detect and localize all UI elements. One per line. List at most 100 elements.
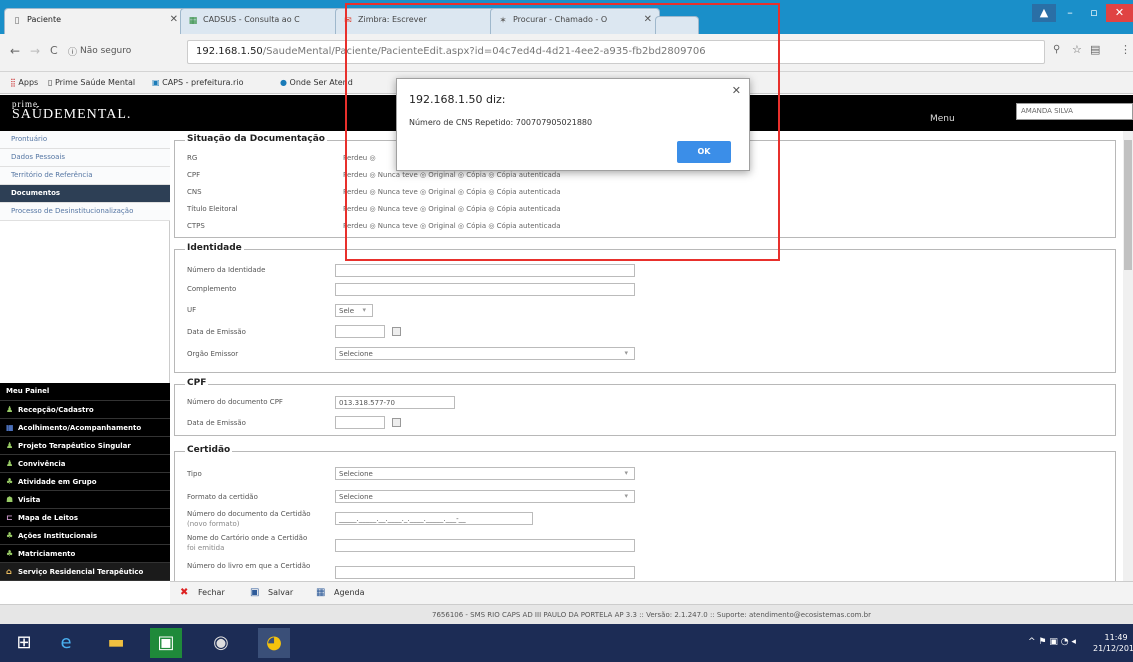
app-icon[interactable]: ◉ — [205, 628, 237, 658]
windows-start-icon[interactable]: ⊞ — [8, 628, 40, 658]
field-label: CTPS — [187, 222, 205, 230]
sidebar-item-documentos[interactable]: Documentos — [0, 185, 170, 203]
field-label: Número do documento CPF — [187, 398, 283, 406]
app-logo[interactable]: prime SAÚDEMENTAL. — [12, 100, 131, 123]
certidao-fieldset: Certidão Tipo Selecione ▾ Formato da cert… — [174, 445, 1116, 581]
calendar-icon[interactable] — [392, 418, 401, 427]
apps-icon: ⣿ — [10, 78, 16, 87]
clock-date: 21/12/2017 — [1093, 644, 1133, 653]
store-icon[interactable]: ▣ — [150, 628, 182, 658]
bookmark-apps[interactable]: ⣿ Apps — [10, 78, 38, 87]
sidebar-item-matriciamento[interactable]: ♣ Matriciamento — [0, 545, 170, 563]
floppy-icon: ▣ — [250, 587, 260, 598]
field-label: Nome do Cartório onde a Certidão — [187, 534, 308, 542]
sidebar-item-mapa-leitos[interactable]: ⊏ Mapa de Leitos — [0, 509, 170, 527]
zoom-icon[interactable]: ⚲ — [1053, 44, 1060, 55]
chrome-menu-icon[interactable]: ⋮ — [1120, 43, 1131, 56]
forward-icon[interactable]: → — [30, 44, 40, 58]
agenda-button[interactable]: ▦ Agenda — [316, 587, 365, 598]
menu-button[interactable]: Menu — [930, 114, 955, 124]
house-icon: ⌂ — [6, 567, 12, 576]
cpf-data-emissao-input[interactable] — [335, 416, 385, 429]
uf-select[interactable]: Sele ▾ — [335, 304, 373, 317]
bookmark-caps[interactable]: ▣ CAPS - prefeitura.rio — [152, 78, 243, 87]
sidebar-item-dados-pessoais[interactable]: Dados Pessoais — [0, 149, 170, 167]
field-label: Formato da certidão — [187, 493, 258, 501]
orgao-emissor-select[interactable]: Selecione ▾ — [335, 347, 635, 360]
close-tab-icon[interactable]: ✕ — [170, 14, 178, 25]
scrollbar-thumb[interactable] — [1124, 140, 1132, 270]
bookmark-label: Prime Saúde Mental — [54, 78, 136, 87]
formato-select[interactable]: Selecione ▾ — [335, 490, 635, 503]
info-icon[interactable]: ⓘ — [68, 45, 77, 58]
table-icon: ▦ — [6, 423, 14, 432]
item-label: Convivência — [18, 460, 66, 468]
logo-main: SAÚDEMENTAL. — [12, 107, 132, 122]
sidebar-item-desinstitucionalizacao[interactable]: Processo de Desinstitucionalização — [0, 203, 170, 221]
cpf-fieldset: CPF Número do documento CPF 013.318.577-… — [174, 378, 1116, 436]
select-value: Selecione — [339, 470, 373, 478]
numero-identidade-input[interactable] — [335, 264, 635, 277]
people-icon: ♟ — [6, 441, 14, 450]
bookmark-label: CAPS - prefeitura.rio — [162, 78, 244, 87]
bookmark-onde[interactable]: ● Onde Ser Atend — [280, 78, 353, 87]
field-label: CNS — [187, 188, 202, 196]
bookmark-label: Onde Ser Atend — [289, 78, 353, 87]
field-label: Número da Identidade — [187, 266, 266, 274]
tipo-select[interactable]: Selecione ▾ — [335, 467, 635, 480]
tab-paciente[interactable]: ▯ Paciente ✕ — [4, 8, 186, 34]
annotation-highlight — [345, 3, 780, 261]
taskbar-clock[interactable]: 11:49 21/12/2017 — [1093, 632, 1133, 654]
sidebar-item-prontuario[interactable]: Prontuário — [0, 131, 170, 149]
cpf-number-input[interactable]: 013.318.577-70 — [335, 396, 455, 409]
url-host: 192.168.1.50 — [196, 46, 263, 57]
app-footer: 7656106 - SMS RIO CAPS AD III PAULO DA P… — [0, 604, 1133, 624]
item-label: Visita — [18, 496, 41, 504]
sidebar-item-recepcao[interactable]: ♟ Recepção/Cadastro — [0, 401, 170, 419]
certidao-number-input[interactable]: _____._____.__.____._.____._____.___-__ — [335, 512, 533, 525]
field-label: Complemento — [187, 285, 237, 293]
chevron-down-icon: ▾ — [624, 469, 628, 477]
chevron-down-icon[interactable]: ▼ — [1126, 108, 1131, 116]
folder-icon[interactable]: ▬ — [100, 628, 132, 658]
data-emissao-input[interactable] — [335, 325, 385, 338]
sidebar-item-visita[interactable]: ☗ Visita — [0, 491, 170, 509]
chrome-icon[interactable]: ◕ — [258, 628, 290, 658]
reload-icon[interactable]: C — [50, 44, 58, 57]
tab-cadsus[interactable]: ▦ CADSUS - Consulta ao C ✕ — [180, 8, 350, 34]
sidebar-item-territorio[interactable]: Território de Referência — [0, 167, 170, 185]
caps-icon: ▣ — [152, 78, 160, 87]
extension-icon[interactable]: ▤ — [1090, 43, 1100, 56]
field-label: UF — [187, 306, 197, 314]
livro-input[interactable] — [335, 566, 635, 579]
maximize-icon[interactable]: ▫ — [1082, 4, 1106, 22]
globe-icon: ● — [280, 78, 287, 87]
ie-icon[interactable]: e — [50, 628, 82, 658]
sidebar-item-meu-painel[interactable]: Meu Painel — [0, 383, 170, 401]
sidebar-item-projeto[interactable]: ♟ Projeto Terapêutico Singular — [0, 437, 170, 455]
input-mask: _____._____.__.____._.____._____.___-__ — [339, 515, 466, 523]
chevron-down-icon: ▾ — [362, 306, 366, 314]
user-profile-icon[interactable]: ▲ — [1032, 4, 1056, 22]
chevron-down-icon: ▾ — [624, 492, 628, 500]
sidebar-item-residencial[interactable]: ⌂ Serviço Residencial Terapêutico — [0, 563, 170, 581]
select-value: Selecione — [339, 493, 373, 501]
user-select[interactable]: AMANDA SILVA — [1016, 103, 1133, 120]
sidebar-item-convivencia[interactable]: ♟ Convivência — [0, 455, 170, 473]
close-button[interactable]: ✖ Fechar — [180, 587, 225, 598]
cartorio-input[interactable] — [335, 539, 635, 552]
save-button[interactable]: ▣ Salvar — [250, 587, 293, 598]
sidebar-item-acoes[interactable]: ♣ Ações Institucionais — [0, 527, 170, 545]
bookmark-label: Apps — [18, 78, 39, 87]
complemento-input[interactable] — [335, 283, 635, 296]
star-icon[interactable]: ☆ — [1072, 43, 1082, 56]
window-close-icon[interactable]: ✕ — [1106, 4, 1133, 22]
field-label: Número do livro em que a Certidão — [187, 562, 311, 570]
minimize-icon[interactable]: – — [1058, 4, 1082, 22]
sidebar-item-atividade[interactable]: ♣ Atividade em Grupo — [0, 473, 170, 491]
back-icon[interactable]: ← — [10, 44, 20, 58]
sidebar-item-acolhimento[interactable]: ▦ Acolhimento/Acompanhamento — [0, 419, 170, 437]
bookmark-prime[interactable]: ▯ Prime Saúde Mental — [48, 78, 135, 87]
calendar-icon[interactable] — [392, 327, 401, 336]
tray-icons[interactable]: ^ ⚑ ▣ ◔ ◂ — [1028, 637, 1076, 647]
